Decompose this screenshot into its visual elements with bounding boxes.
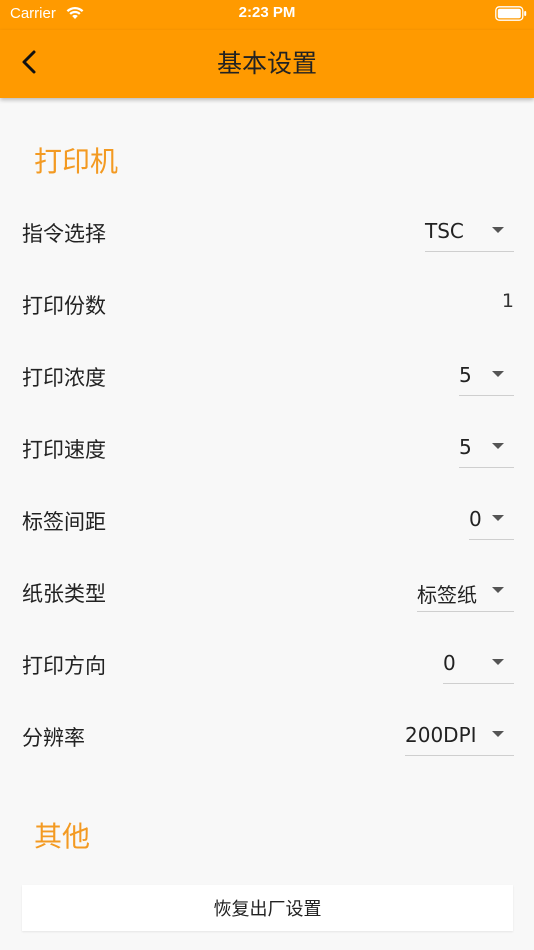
caret-down-icon xyxy=(492,587,504,593)
dropdown-value: 200DPI xyxy=(405,723,477,747)
dropdown-value: 0 xyxy=(443,651,456,675)
dropdown-value: 0 xyxy=(469,507,482,531)
setting-row-density: 打印浓度 5 xyxy=(0,342,534,414)
setting-row-resolution: 分辨率 200DPI xyxy=(0,702,534,774)
caret-down-icon xyxy=(492,731,504,737)
resolution-dropdown[interactable]: 200DPI xyxy=(405,715,514,756)
setting-row-direction: 打印方向 0 xyxy=(0,630,534,702)
speed-dropdown[interactable]: 5 xyxy=(459,427,514,468)
caret-down-icon xyxy=(492,659,504,665)
copies-value[interactable]: 1 xyxy=(502,290,514,312)
setting-label: 打印方向 xyxy=(22,654,106,678)
setting-label: 指令选择 xyxy=(22,222,106,246)
status-time: 2:23 PM xyxy=(238,4,296,21)
setting-row-paper-type: 纸张类型 标签纸 xyxy=(0,558,534,630)
caret-down-icon xyxy=(492,371,504,377)
setting-row-label-gap: 标签间距 0 xyxy=(0,486,534,558)
setting-label: 打印份数 xyxy=(22,294,106,318)
section-header-printer: 打印机 xyxy=(34,145,119,178)
nav-bar: 基本设置 xyxy=(0,30,534,98)
setting-label: 打印速度 xyxy=(22,438,106,462)
paper-type-dropdown[interactable]: 标签纸 xyxy=(417,571,514,612)
caret-down-icon xyxy=(492,443,504,449)
status-bar: Carrier 2:23 PM xyxy=(0,0,534,30)
setting-label: 打印浓度 xyxy=(22,366,106,390)
command-dropdown[interactable]: TSC xyxy=(425,211,514,252)
caret-down-icon xyxy=(492,227,504,233)
dropdown-value: 5 xyxy=(459,363,472,387)
caret-down-icon xyxy=(492,515,504,521)
setting-label: 标签间距 xyxy=(22,510,106,534)
setting-label: 纸张类型 xyxy=(22,582,106,606)
density-dropdown[interactable]: 5 xyxy=(459,355,514,396)
setting-row-speed: 打印速度 5 xyxy=(0,414,534,486)
label-gap-dropdown[interactable]: 0 xyxy=(469,499,514,540)
setting-label: 分辨率 xyxy=(22,726,85,750)
dropdown-value: 5 xyxy=(459,435,472,459)
battery-icon xyxy=(495,6,527,21)
page-title: 基本设置 xyxy=(216,49,317,78)
setting-row-copies: 打印份数 1 xyxy=(0,270,534,342)
direction-dropdown[interactable]: 0 xyxy=(443,643,514,684)
section-header-other: 其他 xyxy=(34,820,91,853)
dropdown-value: 标签纸 xyxy=(417,583,477,607)
factory-reset-button[interactable]: 恢复出厂设置 xyxy=(22,885,513,931)
setting-row-command: 指令选择 TSC xyxy=(0,198,534,270)
dropdown-value: TSC xyxy=(425,219,464,243)
